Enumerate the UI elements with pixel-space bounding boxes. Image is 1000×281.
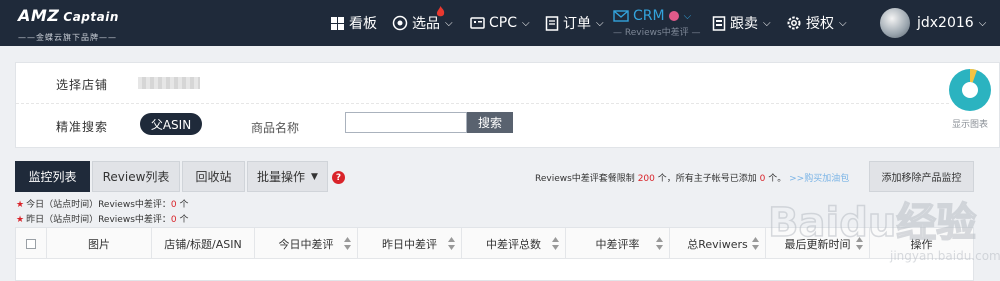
hot-flame-icon [436, 6, 445, 17]
col-negative-rate[interactable]: 中差评率 [566, 228, 670, 259]
table-header: 图片 店铺/标题/ASIN 今日中差评 昨日中差评 中差评总数 中差评率 总Re… [16, 228, 973, 259]
monitor-table: 图片 店铺/标题/ASIN 今日中差评 昨日中差评 中差评总数 中差评率 总Re… [15, 227, 974, 281]
buy-addon-link[interactable]: >>购买加油包 [789, 174, 849, 184]
dashboard-icon [331, 16, 344, 30]
brand-name: AMZ [18, 6, 60, 25]
tab-review-list[interactable]: Review列表 [92, 161, 180, 192]
brand-name-2: Captain [63, 10, 119, 24]
pie-chart-icon[interactable] [945, 64, 993, 112]
show-chart-label[interactable]: 显示图表 [952, 117, 988, 130]
username: jdx2016 [917, 15, 974, 31]
batch-actions-label: 批量操作 [257, 170, 306, 184]
col-image: 图片 [47, 228, 152, 259]
brand-tagline: ——金蝶云旗下品牌—— [18, 33, 117, 42]
nav-dashboard[interactable]: 看板 [330, 0, 377, 46]
quota-added: 0 [759, 174, 766, 184]
chevron-down-icon: ⌵ [683, 10, 692, 22]
cpc-icon [470, 17, 485, 29]
col-store-title-asin: 店铺/标题/ASIN [152, 228, 255, 259]
nav-follow-sell-label: 跟卖 [730, 16, 758, 32]
tab-monitor-list[interactable]: 监控列表 [15, 161, 90, 192]
chevron-down-icon: ⌵ [839, 17, 847, 29]
col-negative-total[interactable]: 中差评总数 [462, 228, 566, 259]
col-today-negative[interactable]: 今日中差评 [255, 228, 358, 259]
sort-icon [856, 237, 863, 250]
batch-actions-dropdown[interactable]: 批量操作 ▼ [247, 161, 328, 192]
col-last-updated[interactable]: 最后更新时间 [766, 228, 870, 259]
today-stat: ★ 今日（站点时间）Reviews中差评：0 个 [16, 200, 189, 210]
select-all-cell [16, 228, 47, 259]
nav-cpc-label: CPC [489, 15, 517, 31]
search-label: 精准搜索 [56, 120, 109, 134]
add-remove-monitor-button[interactable]: 添加移除产品监控 [869, 161, 974, 192]
today-count: 0 [170, 200, 177, 210]
avatar[interactable] [880, 8, 910, 38]
brand-logo[interactable]: AMZ Captain ——金蝶云旗下品牌—— [18, 6, 143, 42]
caret-down-icon: ▼ [311, 171, 318, 182]
nav-orders[interactable]: 订单 ⌵ [545, 0, 604, 46]
search-button[interactable]: 搜索 [467, 112, 513, 133]
star-icon: ★ [16, 215, 25, 225]
chevron-down-icon: ⌵ [522, 17, 530, 29]
filter-panel: 选择店铺 精准搜索 父ASIN 商品名称 搜索 [15, 62, 1000, 148]
nav-crm-label: CRM [633, 8, 665, 24]
nav-crm-subtitle: — Reviews中差评 — [613, 28, 701, 38]
nav-follow-sell[interactable]: 跟卖 ⌵ [712, 0, 771, 46]
document-icon [545, 15, 559, 31]
col-actions: 操作 [910, 237, 933, 251]
yesterday-stat: ★ 昨日（站点时间）Reviews中差评：0 个 [16, 215, 189, 225]
mail-icon [613, 10, 629, 22]
chevron-down-icon: ⌵ [445, 17, 453, 29]
chevron-down-icon: ⌵ [596, 17, 604, 29]
sort-icon [448, 237, 455, 250]
store-selector[interactable] [138, 77, 200, 89]
nav-dashboard-label: 看板 [349, 16, 377, 32]
search-input[interactable] [345, 112, 467, 133]
chevron-down-icon: ⌵ [763, 17, 771, 29]
top-navbar: AMZ Captain ——金蝶云旗下品牌—— 看板 选品 ⌵ CPC ⌵ 订单 … [0, 0, 1000, 46]
sort-icon [552, 237, 559, 250]
sort-icon [344, 237, 351, 250]
store-label: 选择店铺 [56, 78, 109, 92]
sort-icon [656, 237, 663, 250]
notification-dot [668, 11, 679, 21]
nav-orders-label: 订单 [563, 16, 591, 32]
product-name-option[interactable]: 商品名称 [251, 119, 299, 136]
gear-icon [787, 16, 801, 30]
tab-recycle-bin[interactable]: 回收站 [182, 161, 245, 192]
follow-icon [712, 15, 726, 31]
chevron-down-icon: ⌵ [978, 17, 987, 29]
user-menu[interactable]: jdx2016 ⌵ [917, 0, 986, 46]
yesterday-count: 0 [170, 215, 177, 225]
sort-icon [752, 237, 759, 250]
col-yesterday-negative[interactable]: 昨日中差评 [358, 228, 462, 259]
quota-info: Reviews中差评套餐限制 200 个，所有主子帐号已添加 0 个。 >>购买… [535, 174, 850, 184]
nav-authorization-label: 授权 [806, 16, 834, 32]
help-icon[interactable]: ? [332, 171, 345, 184]
divider [16, 103, 949, 104]
globe-icon [392, 15, 408, 31]
nav-cpc[interactable]: CPC ⌵ [470, 0, 530, 46]
col-total-reviewers[interactable]: 总Reviwers [670, 228, 766, 259]
nav-authorization[interactable]: 授权 ⌵ [786, 0, 847, 46]
star-icon: ★ [16, 200, 25, 210]
select-all-checkbox[interactable] [26, 238, 36, 249]
parent-asin-option[interactable]: 父ASIN [140, 113, 202, 135]
nav-crm[interactable]: CRM ⌵ — Reviews中差评 — [613, 0, 701, 46]
quota-limit: 200 [637, 174, 655, 184]
